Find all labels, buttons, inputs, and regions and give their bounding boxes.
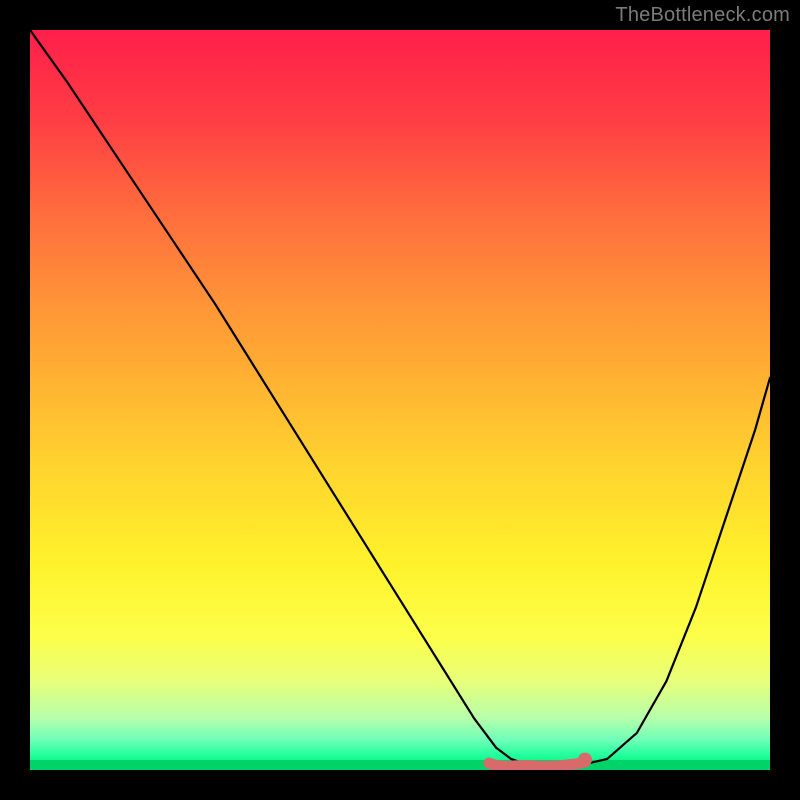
plot-area — [30, 30, 770, 770]
flat-marker-dot — [578, 753, 592, 767]
attribution-text: TheBottleneck.com — [615, 4, 790, 27]
chart-wrapper: TheBottleneck.com — [0, 0, 800, 800]
bottleneck-curve — [30, 30, 770, 768]
flat-marker-segment — [489, 762, 585, 766]
curve-svg — [30, 30, 770, 770]
